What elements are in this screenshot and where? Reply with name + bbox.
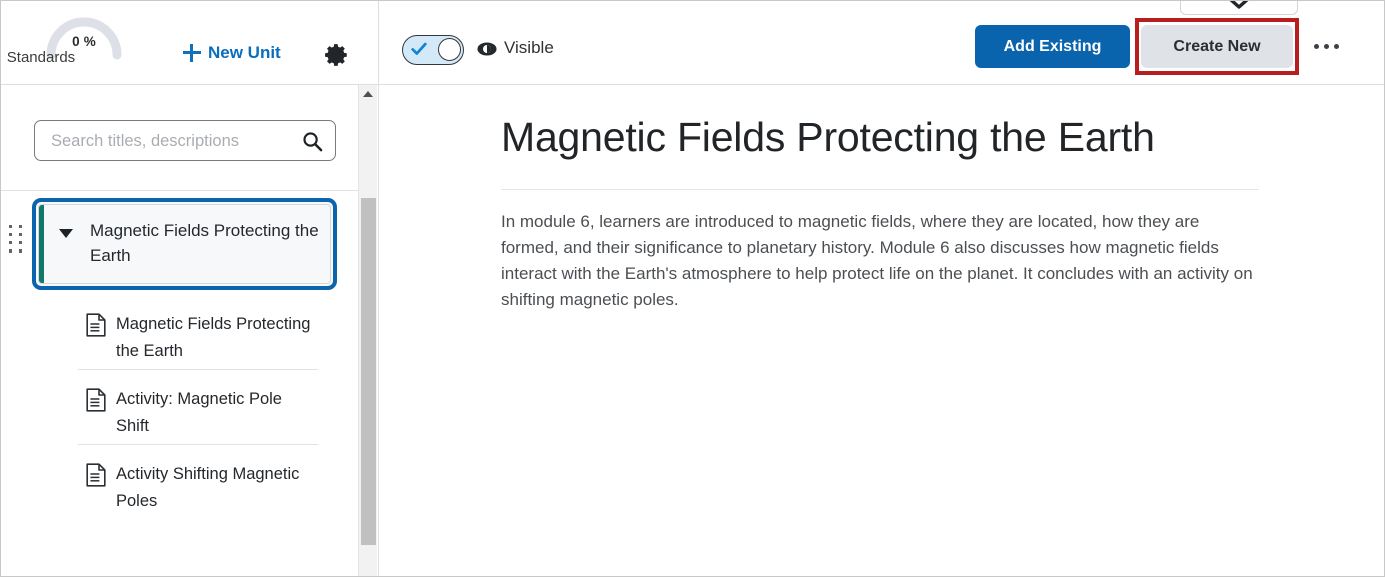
document-icon [86,463,106,487]
ellipsis-icon-dot [1323,43,1329,49]
more-options-button[interactable] [1306,33,1346,59]
drag-dot [9,241,13,245]
search-input[interactable] [49,121,298,162]
search-section [1,85,360,191]
top-toolbar: 0 % Standards New Unit Visible Add Exist… [1,1,1384,85]
unit-row: Magnetic Fields Protecting the Earth [1,198,360,290]
unit-description: In module 6, learners are introduced to … [501,212,1253,309]
scrollbar-thumb[interactable] [361,198,376,545]
drag-dot [19,241,23,245]
create-new-button[interactable]: Create New [1141,25,1293,68]
topic-list: Magnetic Fields Protecting the Earth Act… [1,295,360,520]
chevron-down-icon [1229,1,1249,9]
document-icon [86,313,106,337]
new-unit-label: New Unit [208,43,281,62]
standards-gauge-percent: 0 % [72,34,96,49]
drag-dot [9,233,13,237]
visibility-toggle[interactable] [402,35,464,65]
list-item-label: Activity Shifting Magnetic Poles [116,465,300,510]
drag-handle-icon[interactable] [9,225,25,255]
unit-title: Magnetic Fields Protecting the Earth [90,221,319,265]
drag-dot [9,225,13,229]
unit-sidebar: Magnetic Fields Protecting the Earth Mag… [1,85,379,576]
scroll-up-arrow-icon[interactable] [359,85,377,103]
content-builder-page: 0 % Standards New Unit Visible Add Exist… [0,0,1385,577]
hidden-dropdown-peek[interactable] [1180,1,1298,15]
document-icon [86,388,106,412]
plus-icon [183,44,201,62]
visibility-label: Visible [504,38,554,57]
drag-dot [19,249,23,253]
eye-icon [477,42,497,56]
caret-down-icon[interactable] [59,229,73,238]
scroll-up-arrow-glyph [363,91,373,97]
drag-dot [19,225,23,229]
toggle-knob [438,38,461,61]
drag-dot [9,249,13,253]
standards-gauge-caption: Standards [6,49,76,66]
add-existing-button[interactable]: Add Existing [975,25,1130,68]
list-item[interactable]: Activity: Magnetic Pole Shift [78,370,318,445]
settings-button[interactable] [324,42,350,68]
page-title: Magnetic Fields Protecting the Earth [501,114,1155,160]
title-divider [501,189,1259,190]
gear-icon [325,44,347,66]
list-item-label: Activity: Magnetic Pole Shift [116,390,282,435]
ellipsis-icon-dot [1313,43,1319,49]
main-content: Magnetic Fields Protecting the Earth In … [380,85,1384,576]
search-icon[interactable] [302,131,323,152]
sidebar-item-unit-selected[interactable]: Magnetic Fields Protecting the Earth [32,198,337,290]
list-item-label: Magnetic Fields Protecting the Earth [116,315,311,360]
check-icon [411,42,427,55]
drag-dot [19,233,23,237]
sidebar-scrollbar[interactable] [358,85,377,576]
toolbar-left-section: 0 % Standards New Unit [1,1,379,84]
unit-accent-bar [39,205,44,283]
ellipsis-icon-dot [1333,43,1339,49]
list-item[interactable]: Magnetic Fields Protecting the Earth [78,295,318,370]
new-unit-button[interactable]: New Unit [183,43,281,63]
unit-card: Magnetic Fields Protecting the Earth [38,204,331,284]
search-box[interactable] [34,120,336,162]
list-item[interactable]: Activity Shifting Magnetic Poles [78,445,318,520]
